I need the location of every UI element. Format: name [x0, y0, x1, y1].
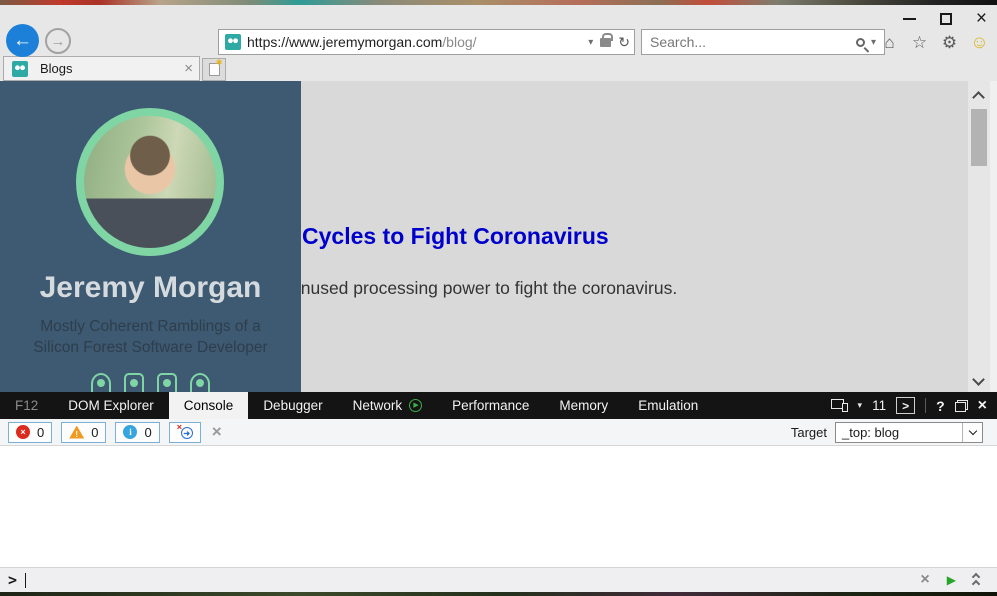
target-value: _top: blog	[842, 424, 900, 440]
open-console-button[interactable]: >	[896, 397, 916, 414]
forward-arrow-icon: →	[50, 32, 66, 50]
window-edge	[990, 81, 997, 392]
target-dropdown[interactable]: _top: blog	[835, 421, 983, 443]
devtools-f12-label: F12	[15, 398, 39, 413]
desktop-wallpaper-sliver-bottom	[0, 592, 997, 596]
close-devtools-button[interactable]: ×	[978, 397, 987, 415]
document-mode-value[interactable]: 11	[872, 398, 886, 413]
security-lock-icon	[600, 32, 614, 47]
tagline-line1: Mostly Coherent Ramblings of a	[40, 318, 261, 335]
search-placeholder: Search...	[650, 34, 707, 50]
feedback-smiley-icon[interactable]: ☺	[970, 32, 989, 53]
target-label: Target	[790, 424, 827, 440]
browser-tab-blogs[interactable]: Blogs ×	[3, 56, 200, 81]
clear-console-button[interactable]: ×	[212, 422, 222, 442]
messages-filter-button[interactable]: i 0	[115, 421, 160, 443]
run-script-icon[interactable]: ▶	[947, 573, 956, 587]
tagline-line2: Silicon Forest Software Developer	[33, 339, 268, 356]
f12-devtools-panel: F12 DOM Explorer Console Debugger Networ…	[0, 392, 997, 592]
settings-gear-icon[interactable]: ⚙	[940, 33, 959, 53]
page-scrollbar[interactable]	[968, 81, 990, 392]
article-excerpt: unused processing power to fight the cor…	[291, 278, 678, 298]
error-count: 0	[37, 424, 45, 440]
tab-favicon	[12, 60, 28, 77]
clear-on-navigate-button[interactable]: × ➜	[168, 421, 201, 443]
message-count: 0	[144, 424, 152, 440]
address-dropdown-icon[interactable]: ▾	[588, 37, 593, 48]
window-maximize-button[interactable]	[939, 13, 952, 25]
warning-icon: !	[69, 425, 85, 439]
social-icons-partial	[0, 373, 301, 392]
console-prompt-icon: >	[8, 571, 18, 589]
tab-console[interactable]: Console	[168, 392, 249, 419]
browser-toolbar: ← → https://www.jeremymorgan.com/blog/ ▾…	[0, 5, 997, 57]
tab-bar: Blogs ×	[0, 56, 997, 81]
social-icon-4[interactable]	[190, 373, 210, 392]
blog-tagline: Mostly Coherent Ramblings of a Silicon F…	[0, 316, 301, 358]
unpin-devtools-button[interactable]	[954, 399, 968, 412]
window-close-button[interactable]: ×	[976, 9, 987, 28]
tab-title: Blogs	[40, 61, 73, 76]
url-path: /blog/	[442, 34, 477, 50]
device-emulation-icon[interactable]	[830, 399, 848, 412]
refresh-icon[interactable]: ↻	[618, 34, 630, 51]
window-minimize-button[interactable]	[902, 18, 916, 20]
errors-filter-button[interactable]: × 0	[8, 421, 53, 443]
avatar	[76, 108, 224, 256]
network-recording-icon: ▶	[409, 399, 423, 412]
site-favicon	[225, 34, 241, 50]
error-icon: ×	[16, 425, 30, 439]
warning-count: 0	[91, 424, 99, 440]
article-heading-link[interactable]: Cycles to Fight Coronavirus	[302, 223, 609, 250]
blog-author-name: Jeremy Morgan	[39, 271, 262, 304]
search-icon[interactable]	[855, 37, 865, 47]
devtools-tab-bar: F12 DOM Explorer Console Debugger Networ…	[0, 392, 997, 419]
clear-input-icon[interactable]: ×	[920, 571, 929, 589]
tab-emulation[interactable]: Emulation	[623, 392, 713, 419]
clear-on-navigate-icon: × ➜	[177, 422, 193, 439]
multiline-mode-icon[interactable]	[971, 572, 981, 588]
device-dropdown-icon[interactable]: ▾	[858, 400, 863, 411]
favorites-star-icon[interactable]: ☆	[910, 33, 929, 53]
social-icon-2[interactable]	[124, 373, 144, 392]
help-button[interactable]: ?	[936, 398, 945, 414]
back-arrow-icon: ←	[13, 29, 32, 51]
info-icon: i	[123, 425, 138, 439]
console-output-area[interactable]	[0, 446, 997, 567]
tab-performance[interactable]: Performance	[437, 392, 544, 419]
social-icon-1[interactable]	[91, 373, 111, 392]
scroll-down-icon[interactable]	[972, 373, 985, 386]
tab-network-label: Network	[352, 398, 403, 413]
tab-debugger[interactable]: Debugger	[248, 392, 337, 419]
target-dropdown-chevron-icon[interactable]	[962, 422, 982, 442]
console-input-row[interactable]: > × ▶	[0, 567, 997, 592]
new-tab-button[interactable]	[202, 58, 226, 81]
toolbar-divider	[925, 398, 927, 413]
tab-network[interactable]: Network ▶	[338, 392, 438, 419]
social-icon-3[interactable]	[157, 373, 177, 392]
blog-sidebar: Jeremy Morgan Mostly Coherent Ramblings …	[0, 81, 301, 392]
url-host: https://www.jeremymorgan.com	[247, 34, 443, 50]
search-box[interactable]: Search... ▾	[641, 29, 885, 55]
console-toolbar: × 0 ! 0 i 0 × ➜ × Target _top: blog	[0, 419, 997, 446]
tab-dom-explorer[interactable]: DOM Explorer	[53, 392, 169, 419]
home-icon[interactable]: ⌂	[880, 33, 899, 53]
page-viewport: Cycles to Fight Coronavirus unused proce…	[0, 81, 997, 392]
search-dropdown-icon[interactable]: ▾	[871, 37, 876, 48]
forward-button[interactable]: →	[45, 28, 71, 54]
tab-close-icon[interactable]: ×	[184, 60, 193, 77]
scroll-up-icon[interactable]	[972, 91, 985, 104]
tab-memory[interactable]: Memory	[544, 392, 623, 419]
address-bar[interactable]: https://www.jeremymorgan.com/blog/ ▾ ↻	[218, 29, 635, 55]
text-cursor	[25, 572, 27, 588]
scrollbar-thumb[interactable]	[971, 109, 987, 166]
new-tab-icon	[208, 58, 223, 76]
warnings-filter-button[interactable]: ! 0	[61, 421, 107, 443]
back-button[interactable]: ←	[6, 24, 39, 57]
